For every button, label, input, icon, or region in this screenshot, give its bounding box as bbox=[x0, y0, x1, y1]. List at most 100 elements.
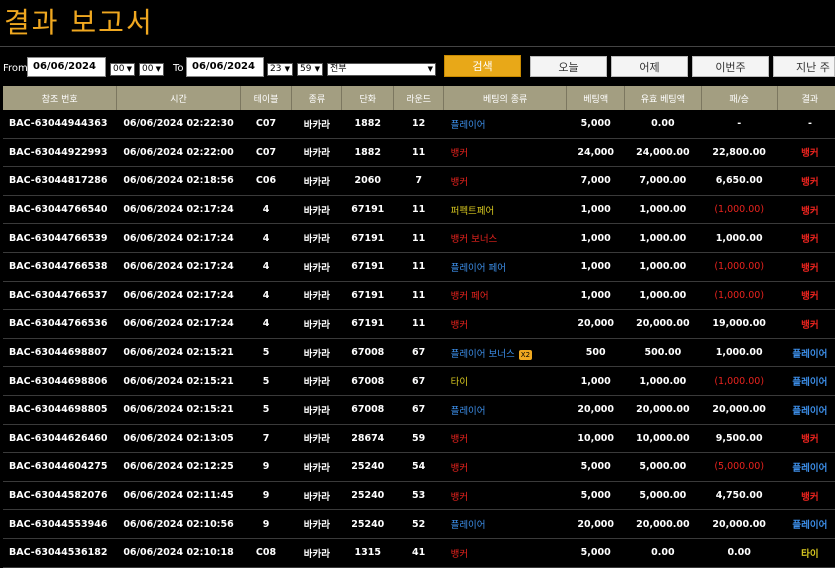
table-row[interactable]: BAC-63044944363 06/06/2024 02:22:30 C07 바카라… bbox=[3, 110, 835, 139]
col-shoe[interactable]: 단화 bbox=[341, 86, 395, 110]
cell-time-text: 06/06/2024 02:10:56 bbox=[123, 518, 234, 530]
cell-type: 바카라 bbox=[291, 252, 342, 282]
col-table[interactable]: 테이블 bbox=[240, 86, 293, 110]
cell-type-text: 바카라 bbox=[303, 205, 331, 217]
cell-time: 06/06/2024 02:15:21 bbox=[116, 395, 241, 425]
cell-round: 67 bbox=[393, 395, 444, 425]
cell-time-text: 06/06/2024 02:15:21 bbox=[123, 375, 234, 387]
cell-result-text: 뱅커 bbox=[801, 262, 819, 274]
cell-ref-text: BAC-63044698806 bbox=[9, 375, 108, 387]
table-row[interactable]: BAC-63044766540 06/06/2024 02:17:24 4 바카라 67… bbox=[3, 195, 835, 225]
cell-time: 06/06/2024 02:17:24 bbox=[116, 309, 241, 339]
cell-result: 뱅커 bbox=[777, 281, 835, 311]
cell-shoe-text: 67008 bbox=[351, 375, 385, 387]
cell-ref: BAC-63044698807 bbox=[3, 338, 117, 368]
table-row[interactable]: BAC-63044698805 06/06/2024 02:15:21 5 바카라 67… bbox=[3, 395, 835, 425]
cell-round-text: 11 bbox=[412, 261, 426, 273]
cell-time: 06/06/2024 02:17:24 bbox=[116, 252, 241, 282]
table-row[interactable]: BAC-63044626460 06/06/2024 02:13:05 7 바카라 28… bbox=[3, 424, 835, 454]
table-row[interactable]: BAC-63044766538 06/06/2024 02:17:24 4 바카라 67… bbox=[3, 252, 835, 282]
cell-time: 06/06/2024 02:15:21 bbox=[116, 366, 241, 396]
cell-amount-text: 1,000 bbox=[580, 204, 611, 216]
cell-result-text: 뱅커 bbox=[801, 148, 819, 160]
col-time[interactable]: 시간 bbox=[116, 86, 241, 110]
col-type[interactable]: 종류 bbox=[291, 86, 343, 110]
cell-time: 06/06/2024 02:10:18 bbox=[116, 538, 241, 568]
cell-result: 뱅커 bbox=[777, 195, 835, 225]
cell-result-text: - bbox=[807, 118, 812, 130]
cell-shoe: 25240 bbox=[341, 452, 394, 482]
to-minute-select[interactable]: 59 ▼ bbox=[297, 63, 323, 76]
cell-result: 뱅커 bbox=[777, 138, 835, 168]
table-row[interactable]: BAC-63044698806 06/06/2024 02:15:21 5 바카라 67… bbox=[3, 366, 835, 396]
chevron-down-icon: ▼ bbox=[284, 65, 290, 73]
to-hour-select[interactable]: 23 ▼ bbox=[267, 63, 293, 76]
cell-type: 바카라 bbox=[291, 366, 342, 396]
table-row[interactable]: BAC-63044604275 06/06/2024 02:12:25 9 바카라 25… bbox=[3, 452, 835, 482]
table-row[interactable]: BAC-63044553946 06/06/2024 02:10:56 9 바카라 25… bbox=[3, 509, 835, 539]
cell-amount: 24,000 bbox=[566, 138, 625, 168]
cell-valid-amount: 1,000.00 bbox=[624, 223, 702, 253]
cell-amount-text: 500 bbox=[585, 347, 606, 359]
cell-table: 7 bbox=[240, 424, 292, 454]
this-week-button[interactable]: 이번주 bbox=[692, 56, 769, 77]
cell-type-text: 바카라 bbox=[303, 234, 331, 246]
col-result[interactable]: 결과 bbox=[777, 86, 835, 110]
filter-bar: From 06/06/2024 00 ▼ 00 ▼ To 06/06/2024 23… bbox=[0, 51, 835, 81]
cell-result-text: 플레이어 bbox=[792, 348, 828, 360]
table-row[interactable]: BAC-63044698807 06/06/2024 02:15:21 5 바카라 67… bbox=[3, 338, 835, 368]
cell-type-text: 바카라 bbox=[303, 119, 331, 131]
cell-type: 바카라 bbox=[291, 452, 342, 482]
cell-shoe: 67191 bbox=[341, 309, 394, 339]
search-button[interactable]: 검색 bbox=[444, 55, 521, 77]
cell-round: 67 bbox=[393, 338, 444, 368]
cell-shoe: 67008 bbox=[341, 338, 394, 368]
col-win-loss[interactable]: 패/승 bbox=[701, 86, 778, 110]
cell-amount: 20,000 bbox=[566, 509, 625, 539]
cell-table-text: C08 bbox=[255, 547, 277, 559]
cell-ref-text: BAC-63044766539 bbox=[9, 232, 108, 244]
col-bet-type[interactable]: 베팅의 종류 bbox=[443, 86, 568, 110]
to-date-input[interactable]: 06/06/2024 bbox=[186, 57, 264, 77]
from-minute-select[interactable]: 00 ▼ bbox=[139, 63, 164, 76]
cell-valid-amount-text: 5,000.00 bbox=[639, 490, 687, 502]
from-hour-select[interactable]: 00 ▼ bbox=[110, 63, 135, 76]
col-amount[interactable]: 베팅액 bbox=[566, 86, 626, 110]
cell-bet-type-text: 뱅커 bbox=[450, 434, 469, 446]
table-row[interactable]: BAC-63044766536 06/06/2024 02:17:24 4 바카라 67… bbox=[3, 309, 835, 339]
bet-type-select[interactable]: 전부 ▼ bbox=[327, 63, 436, 76]
table-row[interactable]: BAC-63044536182 06/06/2024 02:10:18 C08 바카라… bbox=[3, 538, 835, 568]
yesterday-button[interactable]: 어제 bbox=[611, 56, 688, 77]
cell-amount-text: 20,000 bbox=[577, 404, 615, 416]
cell-ref-text: BAC-63044944363 bbox=[9, 118, 108, 130]
cell-amount: 20,000 bbox=[566, 309, 625, 339]
cell-table-text: 5 bbox=[262, 347, 270, 359]
from-date-input[interactable]: 06/06/2024 bbox=[27, 57, 106, 77]
col-valid-amount[interactable]: 유효 베팅액 bbox=[624, 86, 702, 110]
cell-shoe: 67008 bbox=[341, 395, 394, 425]
cell-table: 9 bbox=[240, 509, 292, 539]
cell-shoe-text: 67191 bbox=[351, 232, 385, 244]
cell-win-loss-text: (1,000.00) bbox=[714, 375, 765, 387]
cell-valid-amount: 1,000.00 bbox=[624, 366, 702, 396]
cell-type-text: 바카라 bbox=[303, 348, 331, 360]
cell-bet-type-text: 플레이어 보너스 bbox=[450, 348, 515, 360]
table-row[interactable]: BAC-63044766537 06/06/2024 02:17:24 4 바카라 67… bbox=[3, 281, 835, 311]
cell-ref: BAC-63044944363 bbox=[3, 110, 117, 139]
cell-ref-text: BAC-63044604275 bbox=[9, 461, 108, 473]
table-row[interactable]: BAC-63044922993 06/06/2024 02:22:00 C07 바카라… bbox=[3, 138, 835, 168]
col-round[interactable]: 라운드 bbox=[393, 86, 445, 110]
cell-type-text: 바카라 bbox=[303, 148, 331, 160]
table-row[interactable]: BAC-63044766539 06/06/2024 02:17:24 4 바카라 67… bbox=[3, 223, 835, 253]
cell-valid-amount: 5,000.00 bbox=[624, 481, 702, 511]
col-ref[interactable]: 참조 번호 bbox=[3, 86, 118, 110]
today-button[interactable]: 오늘 bbox=[530, 56, 607, 77]
table-row[interactable]: BAC-63044817286 06/06/2024 02:18:56 C06 바카라… bbox=[3, 166, 835, 196]
cell-table: 4 bbox=[240, 195, 292, 225]
last-week-button[interactable]: 지난 주 bbox=[773, 56, 835, 77]
cell-valid-amount-text: 24,000.00 bbox=[636, 146, 690, 158]
cell-ref: BAC-63044553946 bbox=[3, 509, 117, 539]
cell-win-loss-text: 1,000.00 bbox=[715, 347, 763, 359]
cell-round: 54 bbox=[393, 452, 444, 482]
table-row[interactable]: BAC-63044582076 06/06/2024 02:11:45 9 바카라 25… bbox=[3, 481, 835, 511]
